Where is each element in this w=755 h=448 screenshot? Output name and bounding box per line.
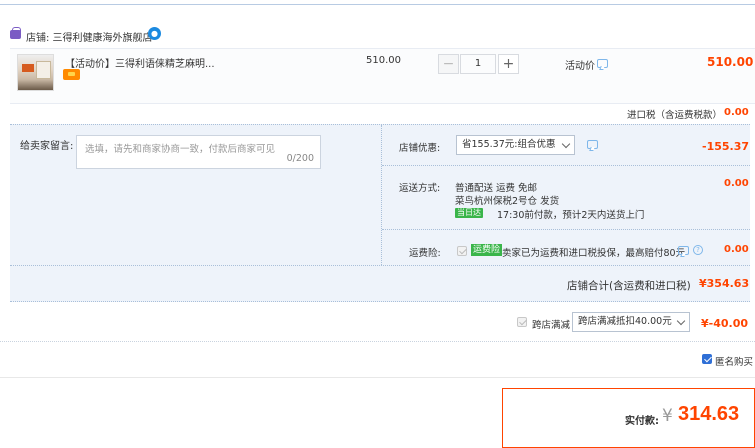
product-title[interactable]: 【活动价】三得利语俫精芝麻明... [65,55,215,70]
freight-insurance-label: 运费险: [409,248,441,259]
payment-label: 实付款: [625,416,659,427]
chevron-down-icon [676,316,686,326]
same-day-badge: 当日达 [455,208,483,218]
vertical-divider [381,125,382,265]
order-options-panel: 给卖家留言: 选填，请先和商家协商一致，付款后商家可见 0/200 店铺优惠: … [10,124,750,302]
table-header-band [0,0,755,5]
cross-store-selected: 跨店满减抵扣40.00元 [578,316,672,327]
payment-amount: 314.63 [678,403,740,425]
freight-insurance-value: 0.00 [724,244,749,255]
seller-message-input[interactable]: 选填，请先和商家协商一致，付款后商家可见 0/200 [76,135,321,169]
divider [10,265,750,266]
order-item-row: 【活动价】三得利语俫精芝麻明... 510.00 − 1 + 活动价 510.0… [10,48,755,104]
discount-info-icon[interactable] [587,140,598,149]
store-total-label: 店铺合计(含运费和进口税) [567,280,691,292]
credit-card-badge-icon [63,69,80,80]
unit-price: 510.00 [366,55,401,66]
store-discount-value: -155.37 [702,140,750,153]
shipping-method: 普通配送 运费 免邮 [455,183,538,194]
freight-insurance-checkbox[interactable] [457,246,467,256]
divider [382,229,750,230]
freight-insurance-badge: 运费险 [471,244,503,256]
freight-insurance-text: 卖家已为运费和进口税投保，最高赔付80元 [502,248,686,259]
store-total-value: ¥354.63 [699,277,750,290]
payment-summary-box: 实付款: ¥ 314.63 [502,388,755,448]
quantity-increase-button[interactable]: + [498,54,519,74]
quantity-stepper: − 1 + [438,54,519,74]
anonymous-label: 匿名购买 [715,357,754,368]
help-question-icon[interactable]: ? [693,245,703,255]
cross-store-label: 跨店满减 [532,320,571,331]
wangwang-chat-icon[interactable]: ● [148,27,161,40]
chevron-down-icon [561,139,571,149]
quantity-input[interactable]: 1 [460,54,496,74]
store-name[interactable]: 店铺: 三得利健康海外旗舰店 [26,29,153,44]
shipping-label: 运送方式: [399,183,441,194]
store-discount-label: 店铺优惠: [399,143,441,154]
cross-store-select[interactable]: 跨店满减抵扣40.00元 [572,312,690,332]
import-tax-value: 0.00 [724,107,749,118]
shipping-value: 0.00 [724,178,749,189]
message-label: 给卖家留言: [20,141,74,152]
quantity-decrease-button[interactable]: − [438,54,459,74]
item-total: 510.00 [707,55,754,69]
shop-icon [10,27,21,39]
cross-store-checkbox[interactable] [517,317,527,327]
cross-store-value: ¥-40.00 [701,317,749,330]
store-discount-select[interactable]: 省155.37元:组合优惠 [456,135,575,155]
import-tax-row: 进口税（含运费税款） 0.00 [0,104,755,124]
import-tax-label: 进口税（含运费税款） [627,110,723,121]
store-discount-selected: 省155.37元:组合优惠 [462,139,556,150]
divider [382,165,750,166]
store-header: 店铺: 三得利健康海外旗舰店 ● [0,18,755,48]
shipping-warehouse: 菜鸟杭州保税2号仓 发货 [455,196,560,207]
payment-currency: ¥ [662,406,673,426]
promo-label: 活动价 [565,61,595,72]
insurance-chat-icon[interactable] [678,246,689,255]
delivery-estimate: 17:30前付款，预计2天内送货上门 [497,210,645,221]
message-placeholder: 选填，请先和商家协商一致，付款后商家可见 [85,144,276,155]
product-thumbnail[interactable] [17,54,54,91]
cross-store-discount-row: 跨店满减 跨店满减抵扣40.00元 ¥-40.00 [0,302,755,342]
anonymous-purchase-row: 匿名购买 [0,342,755,378]
message-counter: 0/200 [286,153,314,164]
promo-info-icon[interactable] [597,59,608,68]
anonymous-checkbox[interactable] [702,354,712,364]
